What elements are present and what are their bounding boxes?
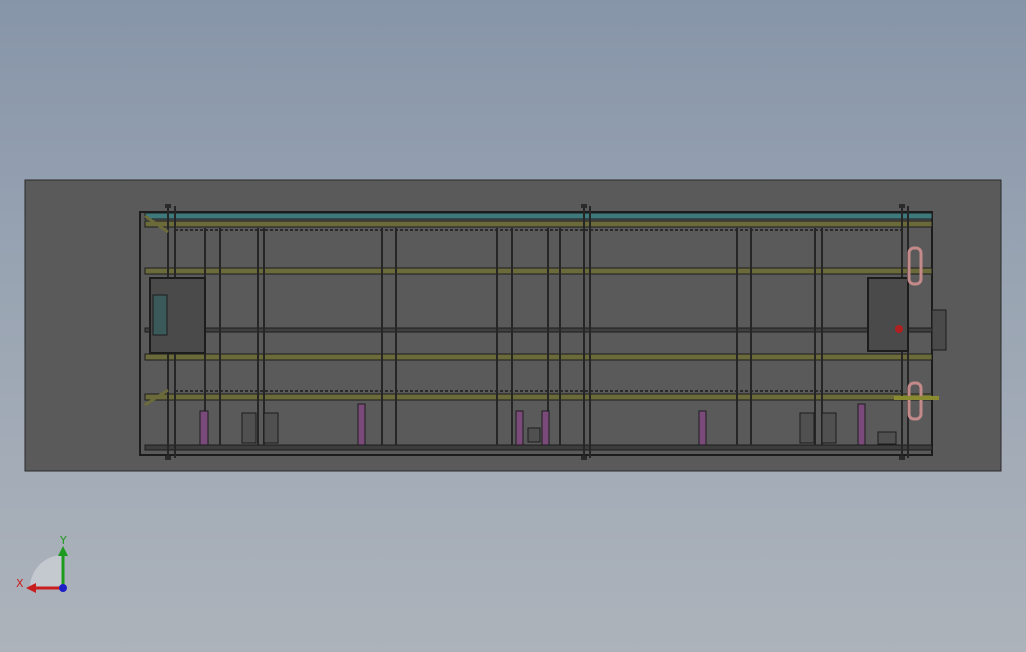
right-drive-housing (867, 277, 909, 352)
triad-z-axis-dot (59, 584, 67, 592)
triad-plane-shading (30, 555, 63, 588)
bottom-rail (144, 444, 933, 451)
triad-x-label: X (16, 577, 24, 590)
right-end-bracket (931, 309, 947, 351)
right-drive-red-marker (895, 325, 903, 333)
right-yellow-pin (894, 396, 939, 400)
coordinate-triad: Y X (16, 534, 68, 593)
triad-y-label: Y (59, 534, 67, 547)
triad-y-arrowhead (58, 546, 68, 556)
top-rail-olive (144, 220, 933, 228)
left-drive-motor (152, 294, 168, 336)
top-rail-teal (144, 212, 933, 220)
graphics-viewport[interactable]: Y X (0, 0, 1026, 652)
